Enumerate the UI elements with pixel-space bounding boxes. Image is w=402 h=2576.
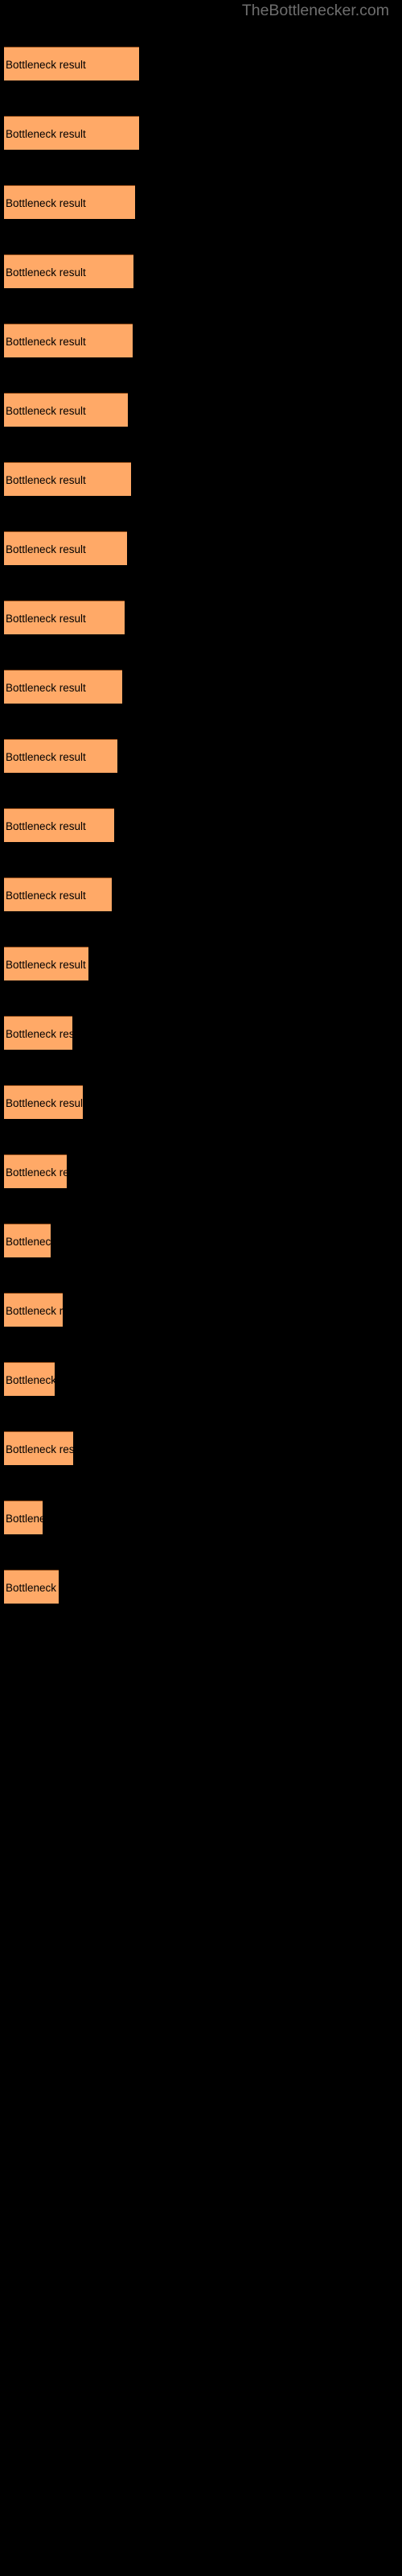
bottleneck-result-bar[interactable]: Bottleneck result <box>4 531 127 565</box>
bar-row: Bottleneck result <box>4 1085 83 1119</box>
bar-row: Bottleneck result <box>4 254 133 288</box>
bottleneck-result-bar[interactable]: Bottleneck result <box>4 254 133 288</box>
bar-label: Bottleneck result <box>6 1443 73 1455</box>
bar-row: Bottleneck result <box>4 1362 55 1396</box>
bar-label: Bottleneck result <box>6 682 86 694</box>
bar-row: Bottleneck result <box>4 1224 51 1257</box>
bar-label: Bottleneck result <box>6 613 86 625</box>
bar-row: Bottleneck result <box>4 1501 43 1534</box>
bar-label: Bottleneck result <box>6 266 86 279</box>
bar-label: Bottleneck result <box>6 474 86 486</box>
bottleneck-bar-chart: Bottleneck result Bottleneck result Bottle… <box>0 0 402 2576</box>
bar-row: Bottleneck result <box>4 601 125 634</box>
bottleneck-result-bar[interactable]: Bottleneck result <box>4 324 133 357</box>
bottleneck-result-bar[interactable]: Bottleneck result <box>4 1016 72 1050</box>
bar-label: Bottleneck result <box>6 890 86 902</box>
bar-label: Bottleneck result <box>6 59 86 71</box>
bar-label: Bottleneck result <box>6 751 86 763</box>
bar-row: Bottleneck result <box>4 531 127 565</box>
bar-label: Bottleneck result <box>6 1097 83 1109</box>
bar-label: Bottleneck result <box>6 1236 51 1248</box>
bar-row: Bottleneck result <box>4 1154 67 1188</box>
bar-row: Bottleneck result <box>4 808 114 842</box>
bar-label: Bottleneck result <box>6 1305 63 1317</box>
bottleneck-result-bar[interactable]: Bottleneck result <box>4 1224 51 1257</box>
bottleneck-result-bar[interactable]: Bottleneck result <box>4 601 125 634</box>
bar-label: Bottleneck result <box>6 197 86 209</box>
bar-row: Bottleneck result <box>4 116 139 150</box>
bottleneck-result-bar[interactable]: Bottleneck result <box>4 1154 67 1188</box>
bar-row: Bottleneck result <box>4 462 131 496</box>
bottleneck-result-bar[interactable]: Bottleneck result <box>4 877 112 911</box>
bar-label: Bottleneck result <box>6 959 86 971</box>
bar-row: Bottleneck result <box>4 947 88 980</box>
bar-label: Bottleneck result <box>6 1028 72 1040</box>
bar-label: Bottleneck result <box>6 336 86 348</box>
bar-label: Bottleneck result <box>6 543 86 555</box>
bottleneck-result-bar[interactable]: Bottleneck result <box>4 808 114 842</box>
bottleneck-result-bar[interactable]: Bottleneck result <box>4 670 122 704</box>
bottleneck-result-bar[interactable]: Bottleneck result <box>4 1085 83 1119</box>
bar-row: Bottleneck result <box>4 877 112 911</box>
bar-label: Bottleneck result <box>6 820 86 832</box>
bottleneck-result-bar[interactable]: Bottleneck result <box>4 1501 43 1534</box>
bottleneck-result-bar[interactable]: Bottleneck result <box>4 393 128 427</box>
bar-row: Bottleneck result <box>4 393 128 427</box>
bar-row: Bottleneck result <box>4 670 122 704</box>
bar-label: Bottleneck result <box>6 405 86 417</box>
bar-row: Bottleneck result <box>4 739 117 773</box>
bottleneck-result-bar[interactable]: Bottleneck result <box>4 185 135 219</box>
bottleneck-result-bar[interactable]: Bottleneck result <box>4 116 139 150</box>
bar-row: Bottleneck result <box>4 1293 63 1327</box>
bar-row: Bottleneck result <box>4 1431 73 1465</box>
bar-label: Bottleneck result <box>6 1374 55 1386</box>
bar-row: Bottleneck result <box>4 324 133 357</box>
bottleneck-result-bar[interactable]: Bottleneck result <box>4 462 131 496</box>
bar-label: Bottleneck result <box>6 1582 59 1594</box>
bottleneck-result-bar[interactable]: Bottleneck result <box>4 739 117 773</box>
bar-row: Bottleneck result <box>4 185 135 219</box>
bottleneck-result-bar[interactable]: Bottleneck result <box>4 47 139 80</box>
bar-row: Bottleneck result <box>4 1016 72 1050</box>
bottleneck-result-bar[interactable]: Bottleneck result <box>4 947 88 980</box>
bar-label: Bottleneck result <box>6 1513 43 1525</box>
bar-label: Bottleneck result <box>6 1166 67 1179</box>
bar-row: Bottleneck result <box>4 47 139 80</box>
bottleneck-result-bar[interactable]: Bottleneck result <box>4 1293 63 1327</box>
bar-label: Bottleneck result <box>6 128 86 140</box>
bottleneck-result-bar[interactable]: Bottleneck result <box>4 1431 73 1465</box>
bottleneck-result-bar[interactable]: Bottleneck result <box>4 1362 55 1396</box>
bar-row: Bottleneck result <box>4 1570 59 1604</box>
bottleneck-result-bar[interactable]: Bottleneck result <box>4 1570 59 1604</box>
